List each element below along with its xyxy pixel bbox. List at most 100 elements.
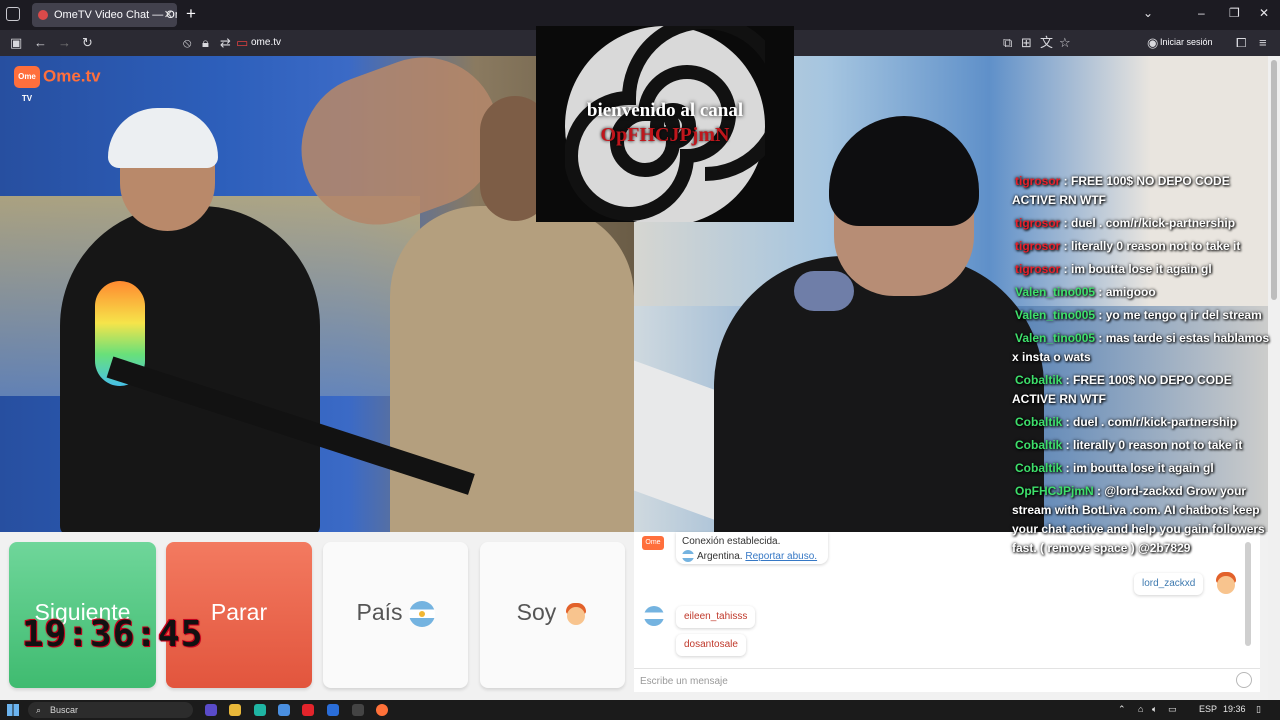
overlay-chat-username: Valen_tino005 xyxy=(1015,285,1096,299)
file-explorer-icon[interactable] xyxy=(229,704,241,716)
sidebar-icon[interactable]: ▣ xyxy=(10,35,22,51)
chrome-icon[interactable] xyxy=(278,704,290,716)
page-scroll-thumb[interactable] xyxy=(1271,60,1277,300)
overlay-chat-message: Valen_tino005 : yo me tengo q ir del str… xyxy=(1012,306,1270,325)
app-icon[interactable] xyxy=(254,704,266,716)
emoji-icon[interactable] xyxy=(1236,672,1252,688)
translate-icon[interactable]: 文 xyxy=(1040,35,1053,51)
menu-icon[interactable]: ≡ xyxy=(1259,35,1267,51)
overlay-chat-username: tigrosor xyxy=(1015,174,1061,188)
obs-icon[interactable] xyxy=(352,704,364,716)
stop-label: Parar xyxy=(210,599,268,625)
url-bar[interactable]: ome.tv xyxy=(251,37,281,48)
ometv-system-icon: Ome TV xyxy=(642,536,664,560)
new-tab-icon[interactable]: + xyxy=(186,5,196,23)
windows-start-icon[interactable] xyxy=(7,704,19,716)
lock-icon[interactable]: 🔒︎ xyxy=(202,35,209,51)
tracking-protection-icon[interactable]: ⦸ xyxy=(183,35,191,51)
reload-icon[interactable]: ↻ xyxy=(82,35,93,51)
network-icon[interactable]: ⌂ xyxy=(1138,704,1143,714)
argentina-flag-icon xyxy=(682,550,694,563)
connection-status: Conexión establecida. xyxy=(682,536,781,547)
tab-title: OmeTV Video Chat — Ome xyxy=(54,9,177,21)
message-input-area xyxy=(634,668,1260,692)
overlay-chat-username: Valen_tino005 xyxy=(1015,331,1096,345)
tab-close-icon[interactable]: ✕ xyxy=(164,3,173,27)
maximize-icon[interactable]: ❐ xyxy=(1229,6,1240,20)
message-input[interactable] xyxy=(640,672,1220,690)
overlay-chat-text: : amigooo xyxy=(1095,285,1156,299)
banner-welcome-text: bienvenido al canal xyxy=(586,100,744,121)
partner-country: Argentina. xyxy=(697,551,743,562)
person-right xyxy=(390,206,634,532)
back-arrow-icon[interactable]: ← xyxy=(34,35,47,51)
firefox-icon[interactable] xyxy=(376,704,388,716)
banner-channel-name: OpFHCJPjmN xyxy=(600,124,730,146)
overlay-chat-message: Cobaltik : literally 0 reason not to tak… xyxy=(1012,436,1270,455)
ometv-favicon-icon xyxy=(38,10,48,20)
logo-text: Ome.tv xyxy=(43,66,101,86)
tray-chevron-icon[interactable]: ⌃ xyxy=(1118,704,1126,715)
app-icon[interactable] xyxy=(327,704,339,716)
gender-label: Soy xyxy=(516,599,557,625)
tab-list-icon[interactable] xyxy=(6,7,20,21)
microphone xyxy=(794,271,854,311)
report-abuse-link[interactable]: Reportar abuso. xyxy=(745,551,817,562)
overlay-chat-message: Valen_tino005 : mas tarde si estas habla… xyxy=(1012,329,1270,367)
overlay-chat-text: : duel . com/r/kick-partnership xyxy=(1062,415,1238,429)
tab-ometv[interactable]: OmeTV Video Chat — Ome ✕ xyxy=(32,3,177,27)
partner-flag-icon xyxy=(644,606,664,626)
close-window-icon[interactable]: ✕ xyxy=(1259,6,1269,20)
stream-clock: 19:36:45 xyxy=(22,614,204,655)
taskbar-clock[interactable]: 19:36 xyxy=(1223,704,1246,714)
overlay-chat-text: : im boutta lose it again gl xyxy=(1062,461,1214,475)
windows-taskbar: ⌕ Buscar ⌃ ⌂ 🔈︎ ▭ ESP 19:36 ▯ xyxy=(0,700,1280,720)
chevron-down-icon[interactable]: ⌄ xyxy=(1143,6,1153,20)
overlay-chat-text: : im boutta lose it again gl xyxy=(1060,262,1212,276)
overlay-chat-username: tigrosor xyxy=(1015,262,1061,276)
permissions-icon[interactable]: ⇄ xyxy=(220,35,231,51)
youtube-icon[interactable] xyxy=(302,704,314,716)
overlay-chat-message: Valen_tino005 : amigooo xyxy=(1012,283,1270,302)
stream-chat-overlay: tigrosor : FREE 100$ NO DEPO CODE ACTIVE… xyxy=(1012,172,1270,562)
partner-location: Argentina. Reportar abuso. xyxy=(682,550,822,563)
country-button[interactable]: País xyxy=(323,542,468,688)
partner-message: dosantosale xyxy=(676,634,746,656)
person-body xyxy=(714,256,1044,532)
overlay-chat-username: Cobaltik xyxy=(1015,461,1063,475)
language-indicator[interactable]: ESP xyxy=(1199,704,1217,714)
overlay-chat-username: tigrosor xyxy=(1015,216,1061,230)
overlay-chat-text: : yo me tengo q ir del stream xyxy=(1095,308,1262,322)
taskbar-search[interactable]: ⌕ Buscar xyxy=(28,702,193,718)
extensions-icon[interactable]: ⧠ xyxy=(1236,35,1246,51)
search-icon: ⌕ xyxy=(36,705,42,715)
overlay-chat-message: tigrosor : duel . com/r/kick-partnership xyxy=(1012,214,1270,233)
overlay-chat-message: Cobaltik : duel . com/r/kick-partnership xyxy=(1012,413,1270,432)
own-message: lord_zackxd xyxy=(1134,573,1204,595)
overlay-chat-message: tigrosor : literally 0 reason not to tak… xyxy=(1012,237,1270,256)
signin-button[interactable]: Iniciar sesión xyxy=(1160,37,1213,47)
overlay-chat-message: Cobaltik : FREE 100$ NO DEPO CODE ACTIVE… xyxy=(1012,371,1270,409)
camera-permission-icon[interactable]: ▭ xyxy=(236,35,248,51)
overlay-chat-username: Valen_tino005 xyxy=(1015,308,1096,322)
picture-in-picture-icon[interactable]: ⧉ xyxy=(1003,35,1012,51)
battery-icon[interactable]: ▭ xyxy=(1168,704,1177,715)
ometv-logo[interactable]: Ome TVOme.tv xyxy=(10,66,105,103)
minimize-icon[interactable]: – xyxy=(1198,6,1205,20)
volume-icon[interactable]: 🔈︎ xyxy=(1152,704,1157,715)
overlay-chat-username: OpFHCJPjmN xyxy=(1015,484,1094,498)
overlay-chat-message: OpFHCJPjmN : @lord-zackxd Grow your stre… xyxy=(1012,482,1270,558)
own-avatar-icon xyxy=(1214,570,1238,596)
overlay-chat-message: tigrosor : im boutta lose it again gl xyxy=(1012,260,1270,279)
forward-arrow-icon[interactable]: → xyxy=(58,35,71,51)
overlay-chat-text: : duel . com/r/kick-partnership xyxy=(1060,216,1236,230)
overlay-chat-text: : literally 0 reason not to take it xyxy=(1060,239,1241,253)
star-icon[interactable]: ☆ xyxy=(1059,35,1071,51)
overlay-chat-username: Cobaltik xyxy=(1015,373,1063,387)
app-icon[interactable] xyxy=(205,704,217,716)
notifications-icon[interactable]: ▯ xyxy=(1256,704,1261,715)
account-icon[interactable]: ◉ xyxy=(1147,35,1158,51)
overlay-chat-message: tigrosor : FREE 100$ NO DEPO CODE ACTIVE… xyxy=(1012,172,1270,210)
screenshot-icon[interactable]: ⊞ xyxy=(1021,35,1032,51)
gender-button[interactable]: Soy xyxy=(480,542,625,688)
